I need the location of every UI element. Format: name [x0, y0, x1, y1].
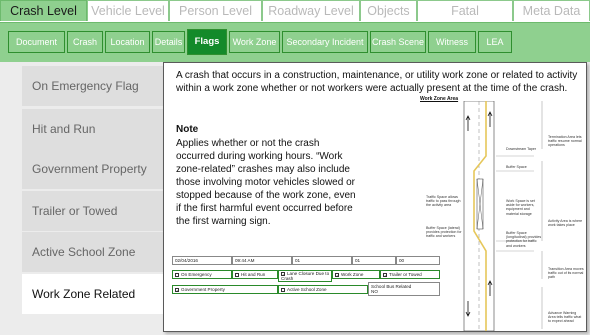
tab-person-level[interactable]: Person Level: [169, 0, 262, 21]
flag-active-school-zone[interactable]: Active School Zone: [22, 232, 172, 272]
form-cb-on-emergency: On Emergency: [172, 270, 232, 279]
flag-hit-and-run[interactable]: Hit and Run: [22, 109, 172, 149]
tab-witness[interactable]: Witness: [428, 31, 476, 53]
tab-secondary-incident[interactable]: Secondary Incident: [282, 31, 368, 53]
tab-crash-scene[interactable]: Crash Scene: [370, 31, 426, 53]
form-date: 02/04/2016: [172, 256, 232, 265]
label-work-space: Work Space is set aside for workers, equ…: [506, 199, 535, 216]
form-school-bus: School Bus Related NO: [368, 282, 440, 296]
label-advance-warning-area: Advance Warning Area tells traffic what …: [548, 311, 582, 324]
tab-details[interactable]: Details: [152, 31, 185, 53]
flag-government-property[interactable]: Government Property: [22, 149, 172, 189]
tab-location[interactable]: Location: [105, 31, 150, 53]
tab-meta-data[interactable]: Meta Data: [513, 0, 590, 21]
top-level-tabs: Crash Level Vehicle Level Person Level R…: [0, 0, 590, 38]
tab-crash-level[interactable]: Crash Level: [0, 0, 87, 21]
label-downstream-taper: Downstream Taper: [506, 147, 537, 151]
label-termination-area: Termination Area lets traffic resume nor…: [548, 135, 582, 148]
tab-document[interactable]: Document: [8, 31, 65, 53]
form-cb-trailer-towed: ✓ Trailer or Towed: [380, 270, 440, 279]
form-cb-lane-closure: ✓ Lane Closure Due to Crash: [278, 270, 332, 282]
flag-on-emergency[interactable]: On Emergency Flag: [22, 66, 172, 106]
tab-lea[interactable]: LEA: [478, 31, 512, 53]
flag-description: A crash that occurs in a construction, m…: [176, 70, 578, 94]
flag-trailer-or-towed[interactable]: Trailer or Towed: [22, 191, 172, 231]
label-transition-area: Transition Area moves traffic out of its…: [548, 267, 584, 280]
label-buffer-space: Buffer Space: [506, 165, 527, 169]
tab-fatal-supplement[interactable]: Fatal Supplement: [417, 0, 513, 38]
sub-tab-bar: Document Crash Location Details Flags Wo…: [0, 22, 590, 62]
label-activity-area: Activity Area is where work takes place: [548, 219, 583, 228]
form-cb-active-school-zone: Active School Zone: [278, 285, 368, 294]
tab-crash[interactable]: Crash: [67, 31, 103, 53]
work-zone-diagram: Termination Area lets traffic resume nor…: [424, 100, 584, 332]
flag-info-panel: A crash that occurs in a construction, m…: [163, 62, 587, 332]
tab-flags[interactable]: Flags: [187, 29, 227, 55]
form-cb-work-zone: ✓ Work Zone: [332, 270, 380, 279]
form-cb-government-property: ✓ Government Property: [172, 285, 278, 294]
form-code-1: 01: [292, 256, 352, 265]
form-time: 09:44 AM: [232, 256, 292, 265]
tab-work-zone[interactable]: Work Zone: [229, 31, 280, 53]
note-title: Note: [176, 124, 199, 135]
tab-objects[interactable]: Objects: [360, 0, 417, 21]
example-form-snippet: 02/04/2016 09:44 AM 01 01 00 On Emergenc…: [172, 256, 440, 326]
form-code-2: 01: [352, 256, 396, 265]
form-cb-hit-and-run: Hit and Run: [232, 270, 278, 279]
label-buffer-longitudinal: Buffer Space (longitudinal) provides pro…: [506, 231, 542, 248]
note-body: Applies whether or not the crash occurre…: [176, 138, 356, 227]
label-traffic-space: Traffic Space allows traffic to pass thr…: [426, 195, 461, 208]
form-code-3: 00: [396, 256, 440, 265]
flag-work-zone-related[interactable]: Work Zone Related: [22, 274, 172, 314]
label-buffer-lateral: Buffer Space (lateral) provides protecti…: [426, 226, 462, 239]
tab-roadway-level[interactable]: Roadway Level: [262, 0, 360, 21]
tab-vehicle-level[interactable]: Vehicle Level: [87, 0, 169, 21]
